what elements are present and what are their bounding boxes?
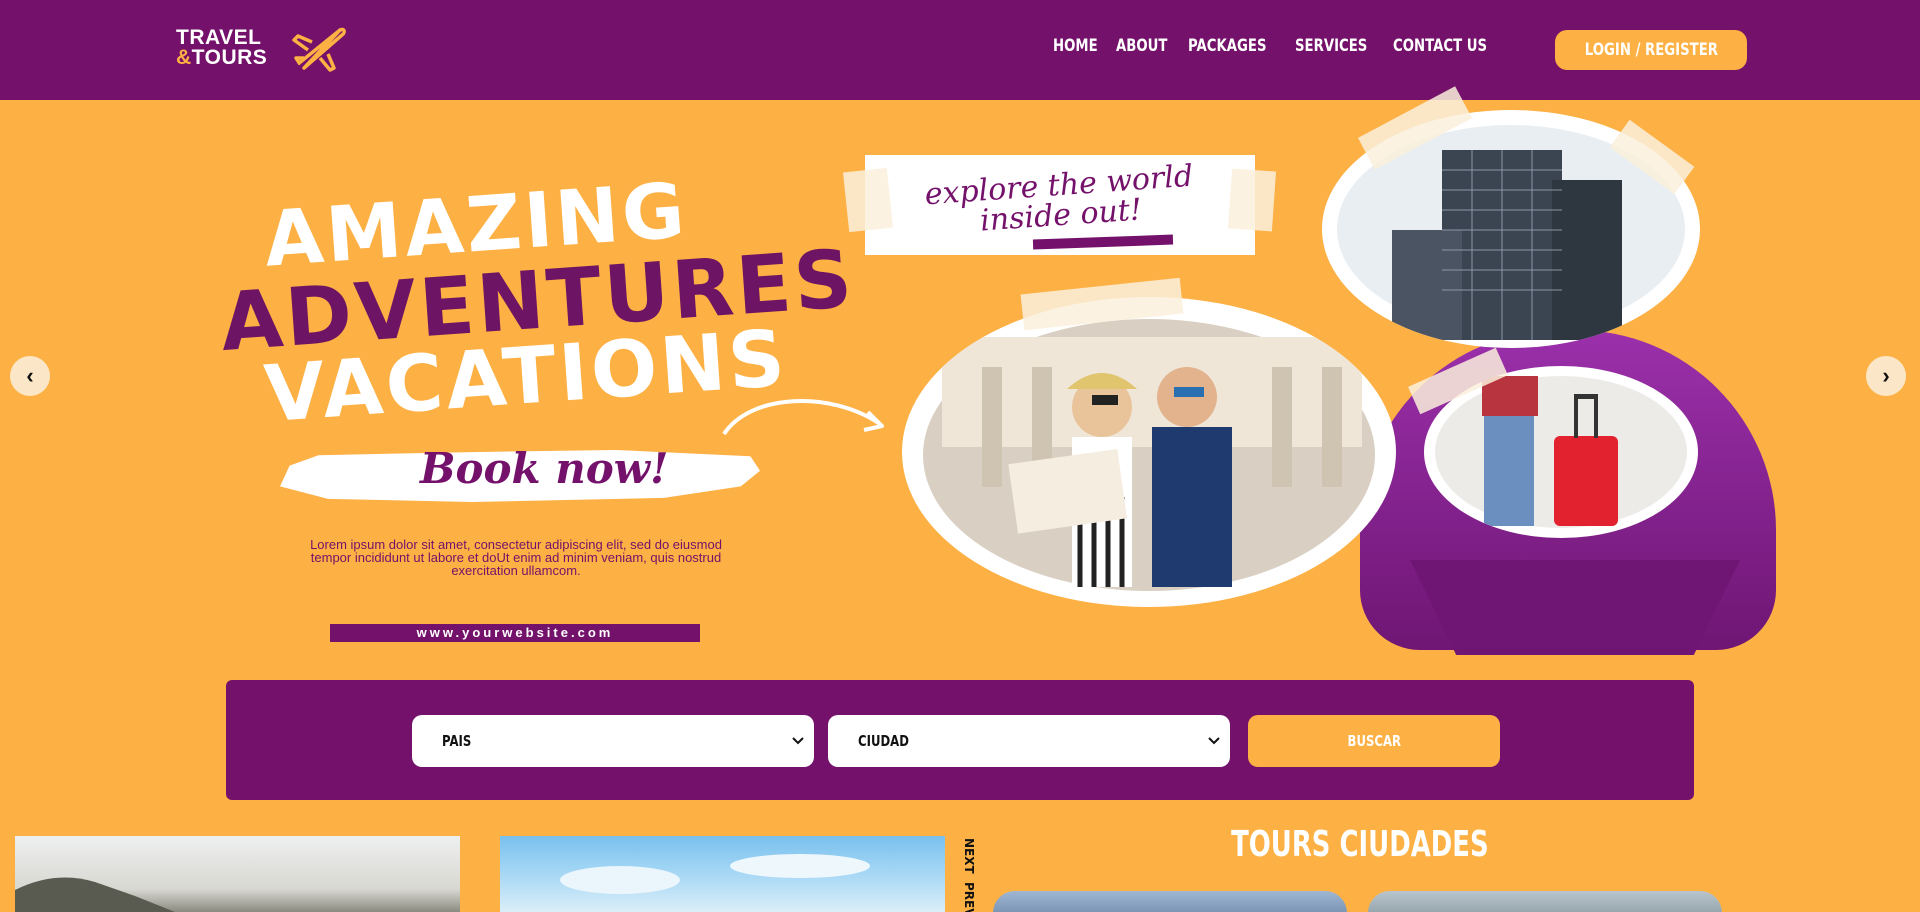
nav-contact-us[interactable]: CONTACT US	[1393, 36, 1487, 56]
search-panel: PAIS CIUDAD BUSCAR	[226, 680, 1694, 800]
book-now-banner: Book now!	[280, 440, 760, 510]
map-pin-tip	[1410, 560, 1740, 655]
tour-image-mountain[interactable]	[15, 836, 460, 912]
carousel-next-button[interactable]: ›	[1866, 356, 1906, 396]
tour-card[interactable]	[993, 891, 1347, 912]
explore-tagline: explore the world inside out!	[923, 158, 1195, 239]
nav-packages[interactable]: PACKAGES	[1188, 36, 1267, 56]
tours-section-title: TOURS CIUDADES	[1170, 824, 1550, 865]
tour-card[interactable]	[1368, 891, 1722, 912]
chevron-down-icon	[1208, 737, 1220, 745]
tape-decoration	[842, 167, 894, 233]
brand-logo[interactable]: TRAVEL &TOURS	[176, 24, 356, 74]
nav-services[interactable]: SERVICES	[1295, 36, 1367, 56]
logo-line2: TOURS	[191, 46, 268, 69]
search-button-label: BUSCAR	[1347, 732, 1401, 750]
country-select[interactable]: PAIS	[412, 715, 814, 767]
book-now-text: Book now!	[420, 444, 669, 493]
travelers-photo	[902, 297, 1396, 607]
tour-image-sky[interactable]	[500, 836, 945, 912]
tagline-underline	[1032, 234, 1174, 250]
hero-headline: AMAZING ADVENTURES VACATIONS	[218, 165, 858, 440]
hero-description: Lorem ipsum dolor sit amet, consectetur …	[310, 537, 722, 578]
city-select[interactable]: CIUDAD	[828, 715, 1230, 767]
logo-ampersand: &	[176, 46, 192, 69]
carousel-vertical-controls: NEXT PREV	[960, 838, 984, 912]
nav-home[interactable]: HOME	[1053, 36, 1098, 56]
site-header: TRAVEL &TOURS HOME ABOUT PACKAGES SERVIC…	[0, 0, 1920, 100]
chevron-right-icon: ›	[1882, 363, 1890, 388]
page: TRAVEL &TOURS HOME ABOUT PACKAGES SERVIC…	[0, 0, 1920, 912]
chevron-left-icon: ‹	[26, 363, 34, 388]
login-register-label: LOGIN / REGISTER	[1584, 40, 1718, 60]
country-select-value: PAIS	[442, 732, 472, 750]
tours-title-text: TOURS CIUDADES	[1231, 824, 1489, 865]
login-register-button[interactable]: LOGIN / REGISTER	[1555, 30, 1747, 70]
tape-decoration	[1227, 168, 1277, 232]
carousel-prev-button[interactable]: ‹	[10, 356, 50, 396]
carousel-prev-link[interactable]: PREV	[962, 882, 976, 912]
search-button[interactable]: BUSCAR	[1248, 715, 1500, 767]
website-banner: www.yourwebsite.com	[330, 624, 700, 642]
airplane-icon	[292, 27, 346, 72]
city-select-value: CIUDAD	[858, 732, 909, 750]
carousel-next-link[interactable]: NEXT	[962, 838, 976, 874]
logo-line1: TRAVEL	[176, 26, 262, 49]
main-nav: HOME ABOUT PACKAGES SERVICES CONTACT US	[1053, 36, 1500, 56]
nav-about[interactable]: ABOUT	[1116, 36, 1167, 56]
chevron-down-icon	[792, 737, 804, 745]
explore-card: explore the world inside out!	[865, 155, 1255, 255]
